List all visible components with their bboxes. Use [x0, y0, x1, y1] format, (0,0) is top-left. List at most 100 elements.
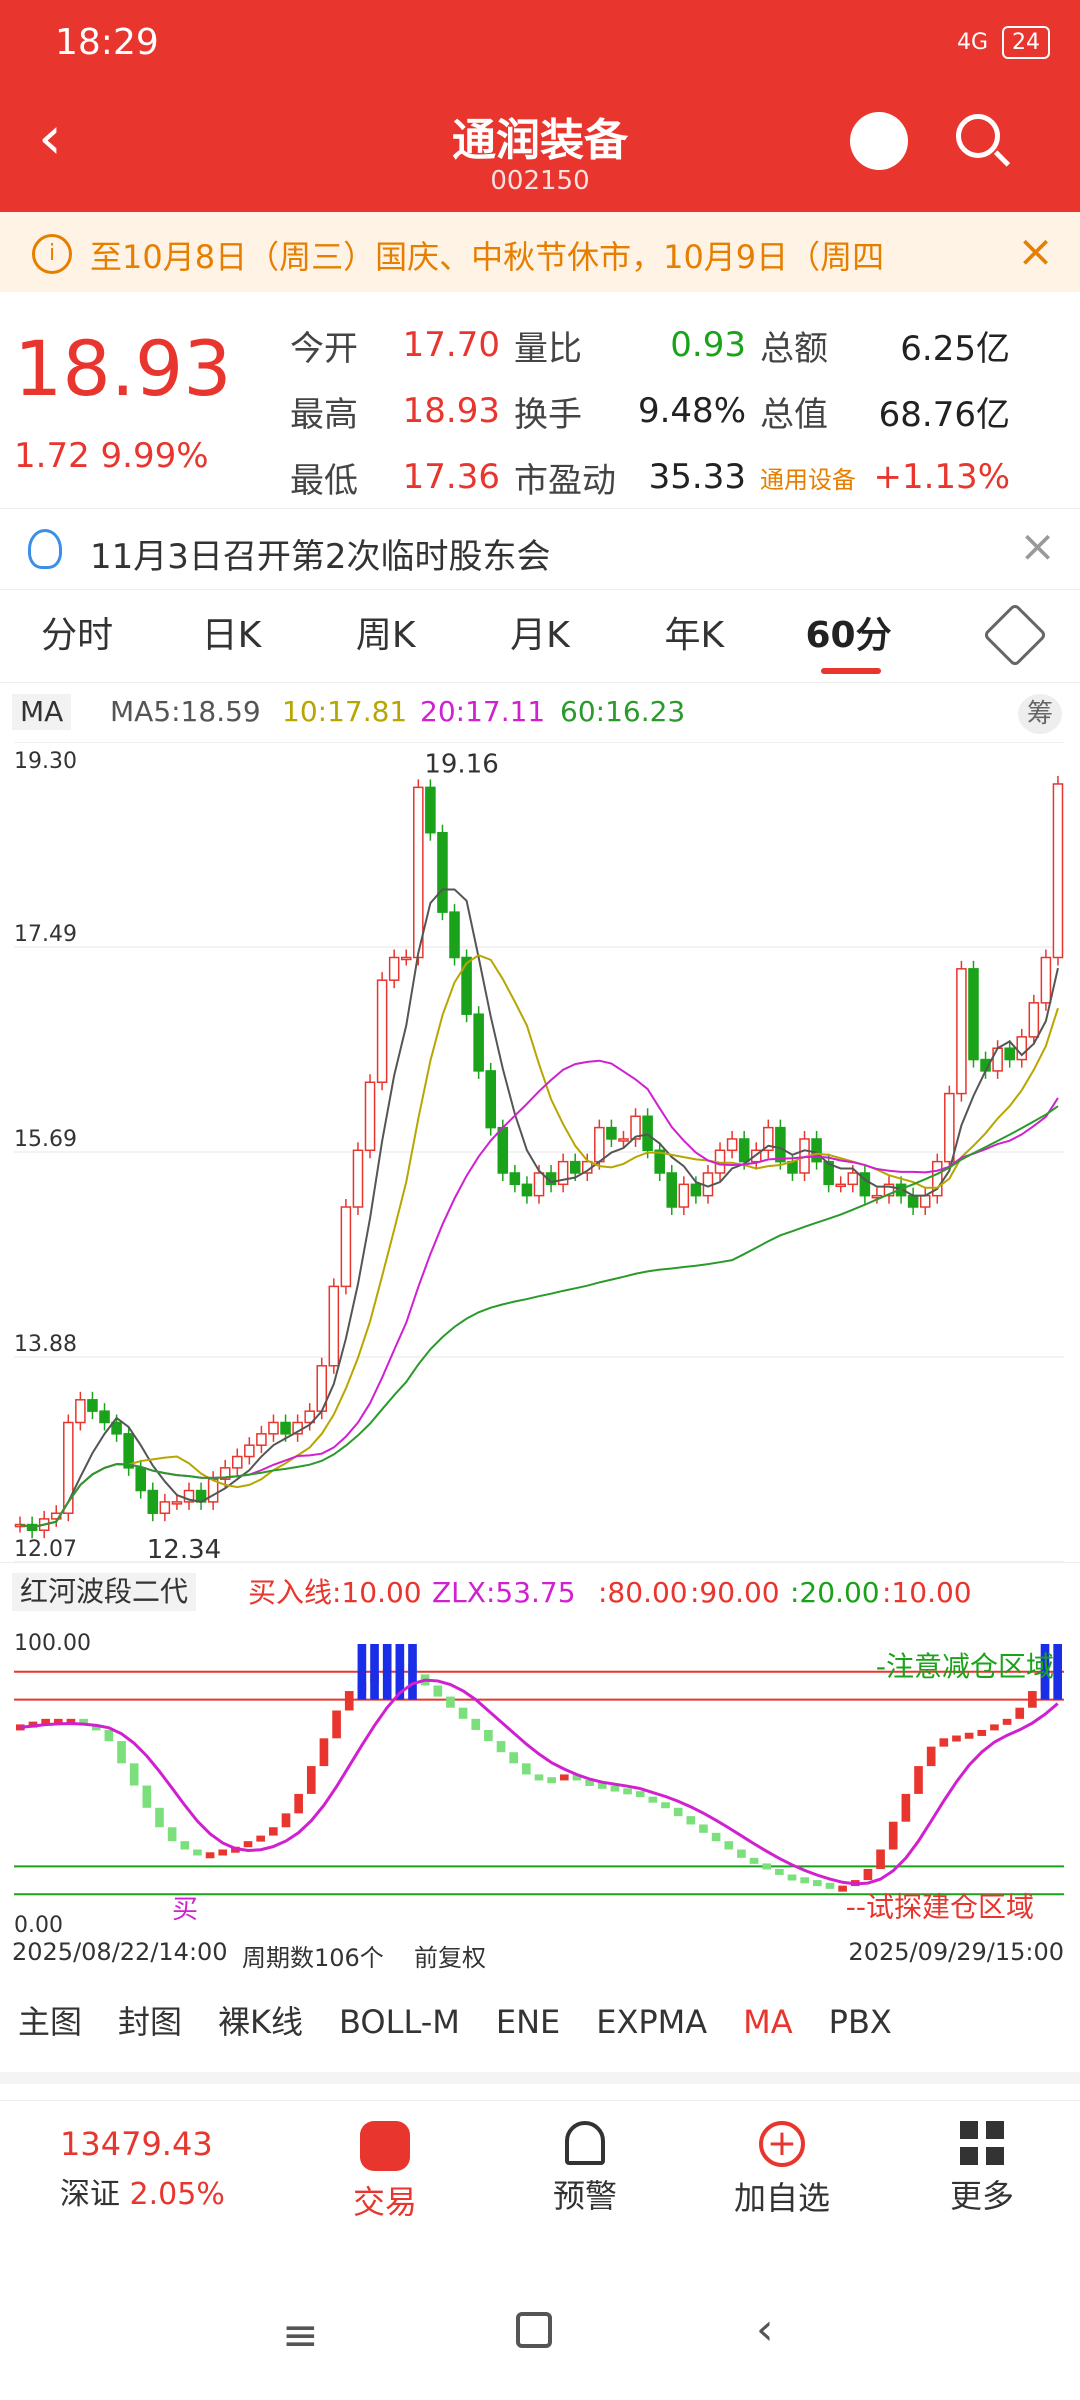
indicator-bar: [901, 1793, 911, 1822]
indicator-bar: [1015, 1707, 1025, 1719]
axis-start: 2025/08/22/14:00: [12, 1938, 228, 1966]
tab-settings[interactable]: [926, 590, 1080, 682]
low-annotation: 12.34: [147, 1535, 221, 1565]
candle: [847, 1172, 859, 1186]
indicator-chart[interactable]: 100.00 0.00 -注意减仓区域 --试探建仓区域 买: [0, 1622, 1080, 1952]
quote-label: 今开: [290, 328, 358, 369]
tab-ma[interactable]: MA: [725, 1972, 811, 2072]
plus-circle-icon: +: [759, 2121, 805, 2167]
tab-daily[interactable]: 日K: [154, 590, 308, 682]
tab-intraday[interactable]: 分时: [0, 590, 154, 682]
y-tick-label: 17.49: [14, 922, 77, 947]
chip-button[interactable]: 筹: [1018, 694, 1062, 734]
candle: [340, 1206, 352, 1288]
back-nav-button[interactable]: ‹: [756, 2304, 774, 2355]
axis-periods: 周期数106个: [242, 1944, 384, 1972]
axis-adjust: 前复权: [414, 1944, 486, 1972]
quote-value: 35.33: [648, 457, 746, 497]
tab-naked-k[interactable]: 裸K线: [200, 1972, 321, 2072]
indicator-bar: [522, 1763, 531, 1775]
ma5-label: MA5:18.59: [110, 695, 261, 728]
more-label: 更多: [949, 2177, 1014, 2215]
candle: [364, 1081, 376, 1152]
candle: [231, 1455, 243, 1469]
tab-monthly[interactable]: 月K: [463, 590, 617, 682]
index-value[interactable]: 13479.43: [60, 2125, 213, 2163]
quote-value: 9.48%: [637, 391, 746, 431]
indicator-bar: [775, 1868, 784, 1875]
network-label: 4G: [956, 30, 988, 55]
candle: [811, 1138, 822, 1163]
indicator-bar: [863, 1868, 873, 1881]
candle: [956, 968, 967, 1095]
alert-label: 预警: [552, 2177, 617, 2215]
candle: [702, 1172, 714, 1197]
quote-grid: 今开 17.70 量比 0.93 总额 6.25亿 最高 18.93 换手 9.…: [290, 312, 1070, 510]
sell-zone-bar: [357, 1644, 367, 1700]
quote-value: 17.36: [402, 457, 500, 497]
candle: [75, 1399, 86, 1424]
candle: [1052, 783, 1064, 959]
sector-link[interactable]: 通用设备: [746, 460, 860, 495]
mascot-icon[interactable]: [850, 112, 908, 170]
tab-boll[interactable]: BOLL-M: [321, 1972, 478, 2072]
tab-fengtu[interactable]: 封图: [100, 1972, 200, 2072]
y-tick-label: 100.00: [14, 1631, 91, 1656]
indicator-bar: [205, 1852, 215, 1859]
indicator-bar: [952, 1735, 961, 1742]
candle: [352, 1149, 364, 1208]
indicator-selector[interactable]: 红河波段二代: [12, 1573, 197, 1611]
kline-chart[interactable]: 19.30 17.49 15.69 13.88 12.07 19.16 12.34: [0, 742, 1080, 1622]
indicator-bar: [484, 1729, 493, 1742]
candle: [726, 1138, 738, 1152]
candle: [437, 831, 448, 913]
indicator-bar: [977, 1729, 987, 1736]
indicator-bar: [471, 1718, 481, 1730]
candle: [147, 1489, 159, 1514]
tab-main-chart[interactable]: 主图: [0, 1972, 100, 2072]
candle: [87, 1399, 98, 1412]
tab-yearly[interactable]: 年K: [617, 590, 771, 682]
indicator-bar: [1028, 1691, 1037, 1708]
candle: [690, 1183, 702, 1197]
search-icon[interactable]: [956, 114, 1000, 158]
tab-expma[interactable]: EXPMA: [578, 1972, 725, 2072]
alert-button[interactable]: 预警: [525, 2121, 645, 2217]
candle: [280, 1421, 291, 1435]
trade-button[interactable]: 交易: [325, 2121, 445, 2223]
indicator-bar: [990, 1724, 999, 1731]
candle: [473, 1013, 484, 1072]
indicator-bar: [787, 1874, 797, 1881]
candle: [642, 1115, 653, 1152]
candle: [171, 1501, 183, 1505]
home-nav-button[interactable]: [516, 2312, 552, 2348]
index-name[interactable]: 深证 2.05%: [60, 2169, 225, 2213]
indicator-bar: [559, 1774, 569, 1781]
close-icon[interactable]: ×: [1019, 521, 1056, 572]
ma-selector[interactable]: MA: [12, 694, 72, 730]
candle: [678, 1183, 690, 1208]
event-banner[interactable]: 11月3日召开第2次临时股东会 ×: [0, 508, 1080, 590]
candle: [1040, 956, 1052, 1004]
candle: [135, 1467, 147, 1492]
more-button[interactable]: 更多: [922, 2121, 1042, 2217]
tab-ene[interactable]: ENE: [478, 1972, 578, 2072]
ma20-label: 20:17.11: [420, 695, 546, 728]
tab-60min[interactable]: 60分: [771, 590, 925, 682]
quote-label: 总值: [760, 394, 828, 435]
indicator-bar: [547, 1777, 556, 1784]
settings-icon: [982, 602, 1048, 668]
menu-nav-button[interactable]: ≡: [282, 2310, 319, 2361]
candle: [159, 1501, 171, 1514]
quote-label: 量比: [514, 328, 582, 369]
indicator-bar: [964, 1732, 974, 1739]
close-icon[interactable]: ×: [1017, 226, 1054, 277]
tab-pbx[interactable]: PBX: [811, 1972, 910, 2072]
sell-zone-bar: [382, 1644, 392, 1700]
candle: [919, 1194, 931, 1208]
ma5-line: [19, 888, 1059, 1529]
add-watchlist-button[interactable]: + 加自选: [722, 2121, 842, 2219]
indicator-bar: [800, 1877, 809, 1884]
holiday-notice[interactable]: i 至10月8日（周三）国庆、中秋节休市，10月9日（周四 ×: [0, 212, 1080, 292]
tab-weekly[interactable]: 周K: [309, 590, 463, 682]
